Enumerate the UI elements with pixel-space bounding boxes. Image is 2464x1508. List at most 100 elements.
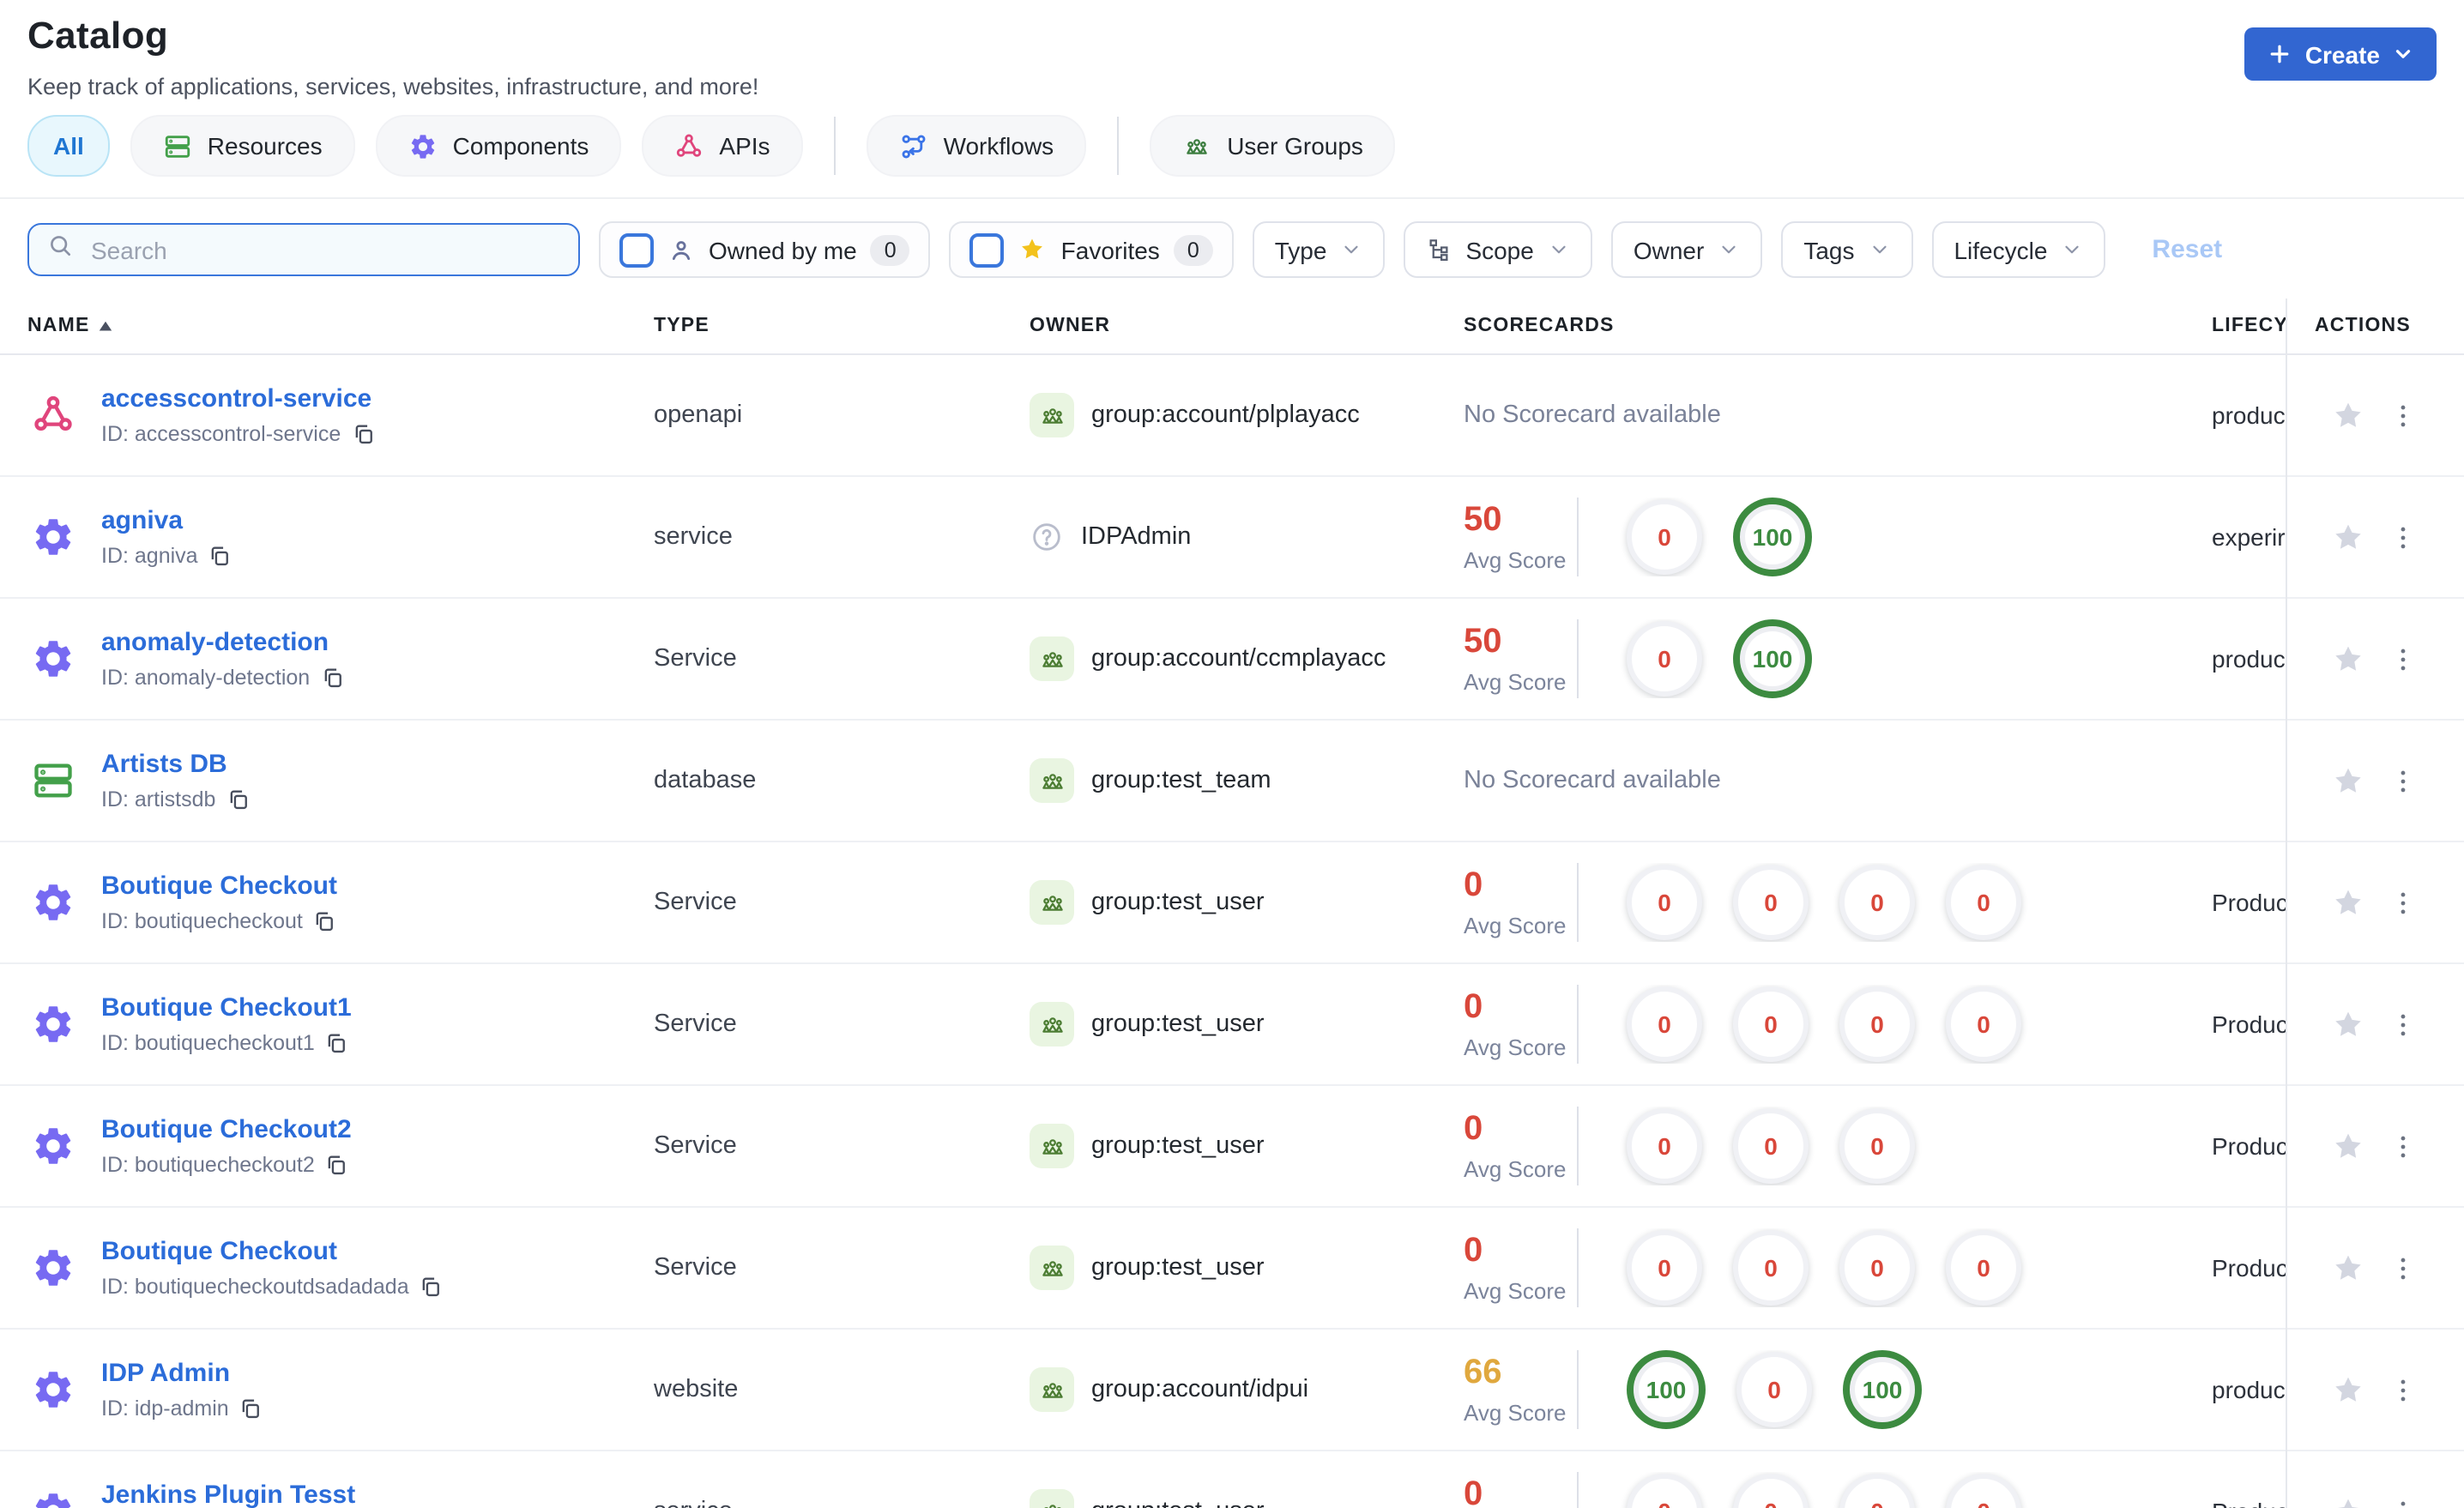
- entity-type: Service: [654, 1254, 737, 1282]
- copy-icon[interactable]: [313, 909, 337, 933]
- lifecycle-filter-dropdown[interactable]: Lifecycle: [1931, 221, 2106, 278]
- table-row[interactable]: anomaly-detection ID: anomaly-detection …: [0, 599, 2464, 721]
- avg-score: 50 Avg Score: [1464, 624, 1573, 694]
- row-menu-icon[interactable]: [2389, 1253, 2418, 1282]
- table-row[interactable]: IDP Admin ID: idp-admin website group:ac…: [0, 1330, 2464, 1451]
- column-header-owner[interactable]: OWNER: [1030, 316, 1464, 336]
- favorite-star-icon[interactable]: [2330, 641, 2366, 677]
- dropdown-label: Owner: [1633, 236, 1705, 263]
- column-header-lifecycle[interactable]: LIFECYC: [2212, 316, 2286, 336]
- scope-filter-dropdown[interactable]: Scope: [1404, 221, 1592, 278]
- entity-name-link[interactable]: Artists DB: [101, 750, 250, 779]
- row-menu-icon[interactable]: [2389, 888, 2418, 917]
- scorecards-cell: 0Avg Score0000: [1464, 863, 2212, 942]
- gear-icon: [31, 1367, 75, 1412]
- row-menu-icon[interactable]: [2389, 766, 2418, 795]
- row-menu-icon[interactable]: [2389, 522, 2418, 552]
- scorecard-badges: 0000: [1603, 986, 2021, 1062]
- favorite-star-icon[interactable]: [2330, 763, 2366, 799]
- table-row[interactable]: Artists DB ID: artistsdb database group:…: [0, 721, 2464, 842]
- table-row[interactable]: Boutique Checkout ID: boutiquecheckout S…: [0, 842, 2464, 964]
- favorite-star-icon[interactable]: [2330, 1372, 2366, 1408]
- copy-icon[interactable]: [239, 1396, 263, 1421]
- column-header-type[interactable]: TYPE: [654, 316, 1030, 336]
- favorite-star-icon[interactable]: [2330, 1493, 2366, 1508]
- score-divider: [1577, 1107, 1579, 1185]
- tab-workflows[interactable]: Workflows: [866, 115, 1087, 177]
- row-actions: [2286, 964, 2464, 1084]
- copy-icon[interactable]: [325, 1153, 349, 1177]
- avg-score: 0 Avg Score: [1464, 1233, 1573, 1303]
- row-menu-icon[interactable]: [2389, 1375, 2418, 1404]
- favorite-star-icon[interactable]: [2330, 397, 2366, 433]
- entity-lifecycle: produc: [2212, 645, 2286, 673]
- reset-filters-link[interactable]: Reset: [2152, 235, 2222, 264]
- scorecard-badge: 0: [1839, 1474, 1915, 1508]
- owned-by-me-checkbox[interactable]: [619, 232, 654, 267]
- entity-name-link[interactable]: Boutique Checkout: [101, 1237, 444, 1266]
- row-actions: [2286, 1086, 2464, 1206]
- scorecard-badge: 0: [1839, 1108, 1915, 1184]
- api-icon: [31, 393, 75, 437]
- copy-icon[interactable]: [226, 787, 250, 811]
- favorite-star-icon[interactable]: [2330, 1006, 2366, 1042]
- search-input[interactable]: [88, 234, 561, 265]
- tab-resources[interactable]: Resources: [130, 115, 355, 177]
- table-row[interactable]: Jenkins Plugin Tesst ID: jenkinstest ser…: [0, 1451, 2464, 1508]
- entity-name-link[interactable]: IDP Admin: [101, 1359, 263, 1388]
- table-row[interactable]: agniva ID: agniva service IDPAdmin 50 Avg…: [0, 477, 2464, 599]
- favorites-filter[interactable]: Favorites 0: [949, 221, 1234, 278]
- owned-by-me-filter[interactable]: Owned by me 0: [599, 221, 931, 278]
- star-icon: [1018, 235, 1048, 264]
- entity-name-link[interactable]: Boutique Checkout2: [101, 1115, 352, 1144]
- owned-by-me-label: Owned by me: [709, 236, 857, 263]
- row-menu-icon[interactable]: [2389, 1131, 2418, 1161]
- entity-name-link[interactable]: Boutique Checkout1: [101, 993, 352, 1022]
- tab-divider: [833, 117, 836, 175]
- table-row[interactable]: Boutique Checkout1 ID: boutiquecheckout1…: [0, 964, 2464, 1086]
- row-menu-icon[interactable]: [2389, 401, 2418, 430]
- search-box[interactable]: [27, 223, 580, 276]
- row-menu-icon[interactable]: [2389, 1497, 2418, 1508]
- owner-label: group:test_user: [1091, 1498, 1265, 1508]
- type-filter-dropdown[interactable]: Type: [1252, 221, 1386, 278]
- tab-components[interactable]: Components: [375, 115, 622, 177]
- entity-name-link[interactable]: anomaly-detection: [101, 628, 344, 657]
- entity-id: ID: boutiquecheckout2: [101, 1153, 315, 1177]
- scorecard-badges: 0 100: [1603, 498, 1812, 576]
- entity-name-link[interactable]: Jenkins Plugin Tesst: [101, 1481, 355, 1508]
- tab-all[interactable]: All: [27, 115, 110, 177]
- row-menu-icon[interactable]: [2389, 644, 2418, 673]
- copy-icon[interactable]: [420, 1275, 444, 1299]
- entity-lifecycle: Produc: [2212, 1132, 2286, 1160]
- tags-filter-dropdown[interactable]: Tags: [1781, 221, 1913, 278]
- copy-icon[interactable]: [351, 422, 375, 446]
- column-header-scorecards[interactable]: SCORECARDS: [1464, 316, 2212, 336]
- entity-name-link[interactable]: Boutique Checkout: [101, 872, 337, 901]
- tab-apis[interactable]: APIs: [642, 115, 803, 177]
- table-row[interactable]: accesscontrol-service ID: accesscontrol-…: [0, 355, 2464, 477]
- favorite-star-icon[interactable]: [2330, 1128, 2366, 1164]
- scorecards-cell: 0Avg Score0000: [1464, 1472, 2212, 1508]
- copy-icon[interactable]: [320, 666, 344, 690]
- table-row[interactable]: Boutique Checkout2 ID: boutiquecheckout2…: [0, 1086, 2464, 1208]
- entity-name-link[interactable]: agniva: [101, 506, 233, 535]
- copy-icon[interactable]: [325, 1031, 349, 1055]
- owner-filter-dropdown[interactable]: Owner: [1610, 221, 1763, 278]
- favorite-star-icon[interactable]: [2330, 519, 2366, 555]
- copy-icon[interactable]: [208, 544, 233, 568]
- tab-user-groups[interactable]: User Groups: [1150, 115, 1396, 177]
- entity-owner: group:test_user: [1030, 1489, 1464, 1508]
- database-icon: [163, 131, 192, 160]
- create-button[interactable]: Create: [2244, 27, 2437, 81]
- entity-name-link[interactable]: accesscontrol-service: [101, 384, 375, 413]
- table-row[interactable]: Boutique Checkout ID: boutiquecheckoutds…: [0, 1208, 2464, 1330]
- row-menu-icon[interactable]: [2389, 1010, 2418, 1039]
- favorites-checkbox[interactable]: [969, 232, 1005, 267]
- column-header-name[interactable]: NAME: [0, 316, 654, 336]
- avg-score-value: 50: [1464, 622, 1502, 660]
- dropdown-label: Tags: [1803, 236, 1855, 263]
- favorite-star-icon[interactable]: [2330, 1250, 2366, 1286]
- score-divider: [1577, 1472, 1579, 1508]
- favorite-star-icon[interactable]: [2330, 884, 2366, 920]
